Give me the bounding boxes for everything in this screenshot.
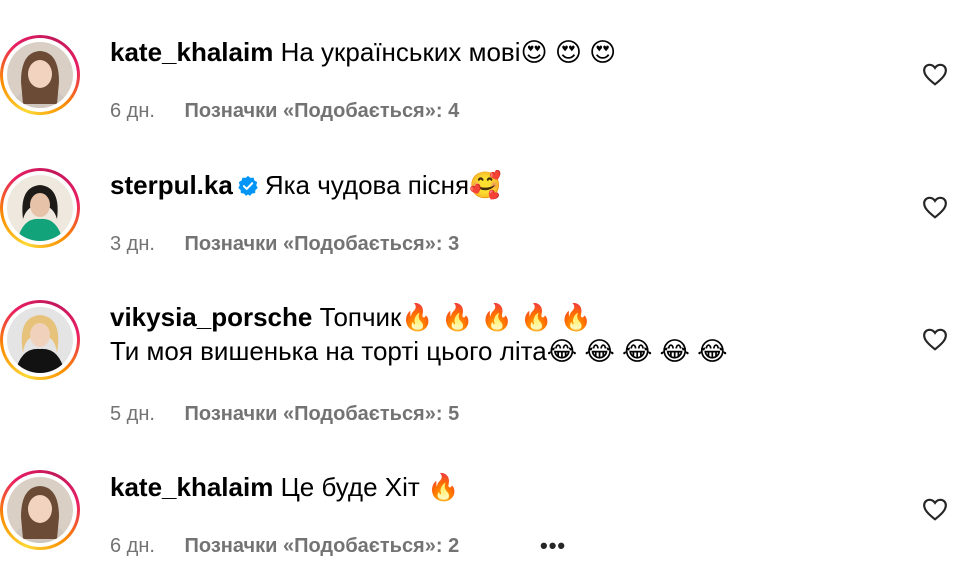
comment-timestamp[interactable]: 6 дн.: [110, 535, 155, 557]
heart-outline-icon[interactable]: [922, 62, 948, 86]
comment-meta: 3 дн. Позначки «Подобається»: 3: [110, 233, 459, 256]
comment-username[interactable]: sterpul.ka: [110, 170, 233, 200]
comment-meta: 6 дн. Позначки «Подобається»: 2: [110, 535, 459, 558]
comment-meta: 5 дн. Позначки «Подобається»: 5: [110, 403, 459, 426]
comment-text: Яка чудова пісня🥰: [264, 170, 502, 200]
comment-timestamp[interactable]: 6 дн.: [110, 100, 155, 122]
more-options-icon[interactable]: •••: [540, 533, 566, 559]
comment-text-line-2: Ти моя вишенька на торті цього літа😂 😂 😂…: [110, 336, 728, 366]
avatar[interactable]: [0, 168, 80, 248]
comment-timestamp[interactable]: 5 дн.: [110, 403, 155, 425]
comment-username[interactable]: kate_khalaim: [110, 472, 273, 502]
heart-outline-icon[interactable]: [922, 195, 948, 219]
comment-username[interactable]: vikysia_porsche: [110, 302, 312, 332]
heart-outline-icon[interactable]: [922, 497, 948, 521]
comment-like-count[interactable]: Позначки «Подобається»: 5: [185, 403, 460, 425]
comment-like-count[interactable]: Позначки «Подобається»: 3: [185, 233, 460, 255]
comment-like-count[interactable]: Позначки «Подобається»: 4: [185, 100, 460, 122]
avatar[interactable]: [0, 35, 80, 115]
comment-text: Топчик🔥 🔥 🔥 🔥 🔥: [319, 302, 593, 332]
comment-meta: 6 дн. Позначки «Подобається»: 4: [110, 100, 459, 123]
comment-timestamp[interactable]: 3 дн.: [110, 233, 155, 255]
verified-badge-icon: [238, 175, 258, 196]
comment-like-count[interactable]: Позначки «Подобається»: 2: [185, 535, 460, 557]
comment-text: На українських мові😍 😍 😍: [280, 37, 617, 67]
avatar[interactable]: [0, 300, 80, 380]
avatar[interactable]: [0, 470, 80, 550]
heart-outline-icon[interactable]: [922, 327, 948, 351]
comment-text: Це буде Хіт 🔥: [280, 472, 460, 502]
comment-username[interactable]: kate_khalaim: [110, 37, 273, 67]
